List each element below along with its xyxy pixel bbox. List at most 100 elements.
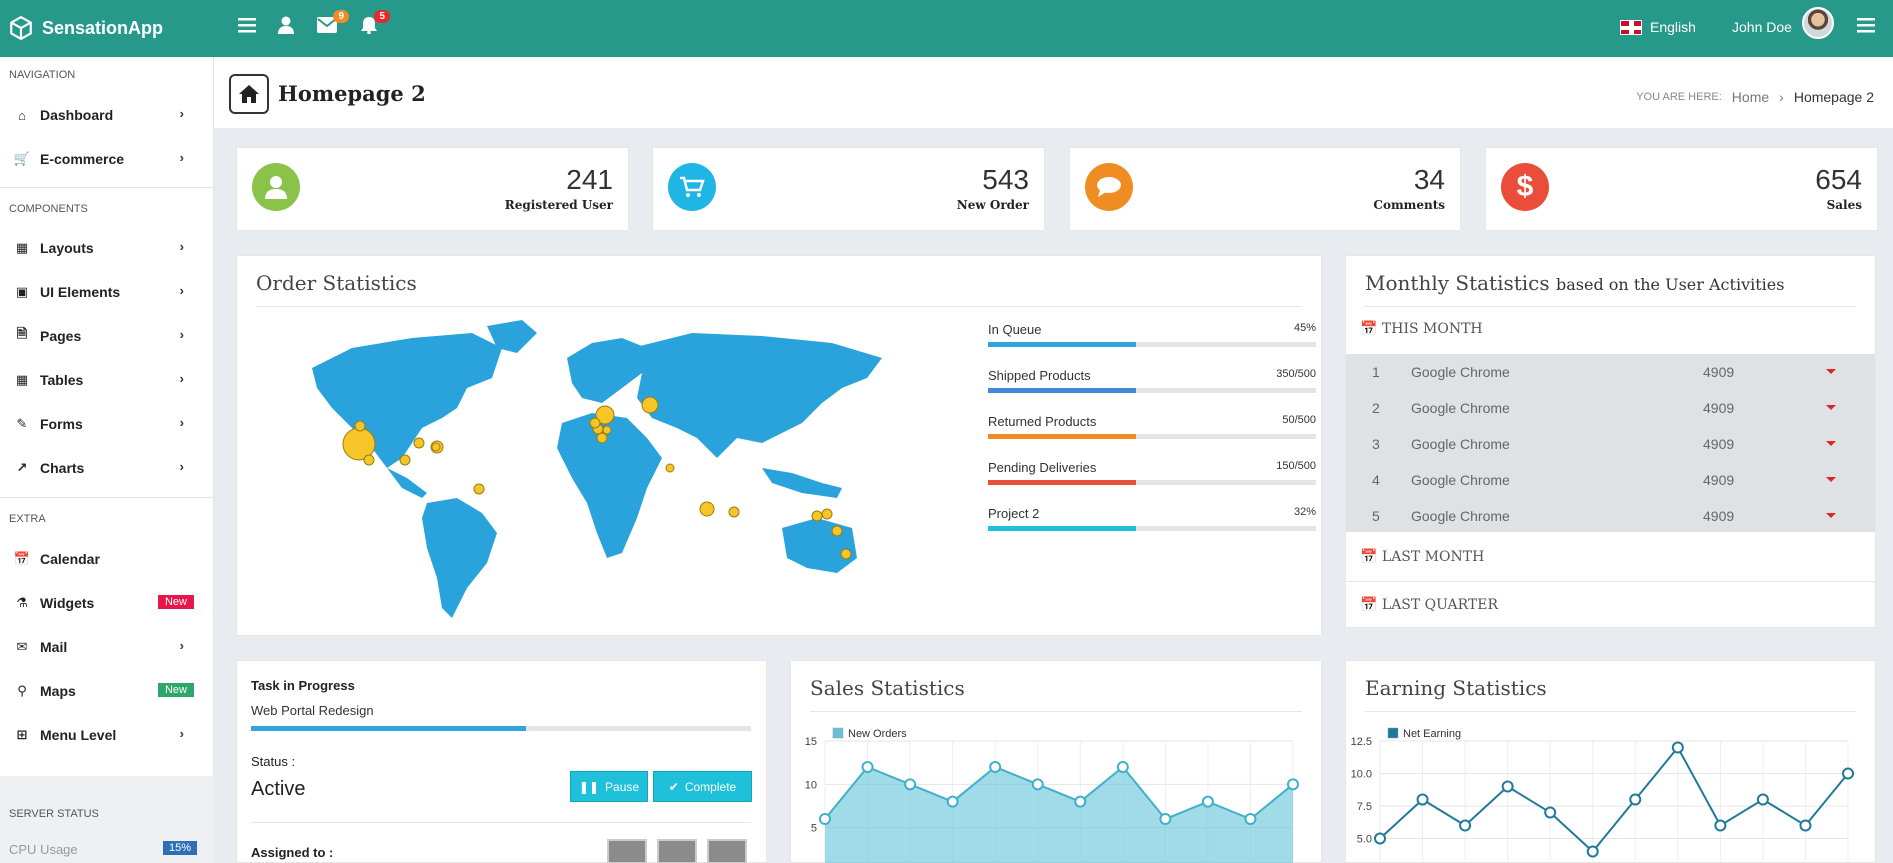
sales-chart[interactable]: 051015New Orders xyxy=(791,721,1323,863)
sidebar-item-layouts[interactable]: ▦ Layouts › xyxy=(0,228,214,268)
tab-label: THIS MONTH xyxy=(1381,321,1483,337)
y-tick-label: 10.0 xyxy=(1351,769,1372,781)
sidebar-item-menu-level[interactable]: ⊞ Menu Level › xyxy=(0,715,214,755)
progress-track xyxy=(988,526,1316,531)
pause-label: Pause xyxy=(605,779,640,794)
task-progress-fill xyxy=(251,726,526,731)
y-tick-label: 5.0 xyxy=(1357,834,1372,846)
data-point xyxy=(989,761,1002,773)
notifications-button[interactable]: 5 xyxy=(360,10,390,40)
row-browser: Google Chrome xyxy=(1411,436,1510,452)
row-browser: Google Chrome xyxy=(1411,400,1510,416)
sidebar-item-label: Widgets xyxy=(40,595,95,611)
briefcase-icon: ▣ xyxy=(15,284,29,299)
user-avatar[interactable] xyxy=(1802,7,1834,39)
progress-fill xyxy=(988,342,1136,347)
sidebar-item-maps[interactable]: ⚲ Maps New xyxy=(0,671,214,711)
breadcrumb-current: Homepage 2 xyxy=(1793,89,1874,105)
language-selector[interactable]: English xyxy=(1620,19,1696,35)
complete-button[interactable]: ✔ Complete xyxy=(653,771,752,802)
sidebar-item-widgets[interactable]: ⚗ Widgets New xyxy=(0,583,214,623)
profile-button[interactable] xyxy=(278,16,294,40)
sidebar-item-tables[interactable]: ▦ Tables › xyxy=(0,360,214,400)
area-fill xyxy=(825,767,1293,863)
table-row[interactable]: 4 Google Chrome 4909 xyxy=(1346,462,1875,498)
data-point xyxy=(819,813,831,825)
data-point xyxy=(1544,806,1557,819)
earning-chart[interactable]: 2.55.07.510.012.5Net Earning xyxy=(1346,721,1877,863)
progress-label: Shipped Products xyxy=(988,368,1091,383)
table-row[interactable]: 2 Google Chrome 4909 xyxy=(1346,390,1875,426)
chevron-right-icon: › xyxy=(179,150,184,165)
y-tick-label: 15 xyxy=(805,736,817,748)
tab-last-month[interactable]: 📅 LAST MONTH xyxy=(1346,549,1857,565)
sidebar-item-pages[interactable]: 🗎 Pages › xyxy=(0,316,214,356)
user-icon xyxy=(278,16,294,34)
row-number: 4 xyxy=(1372,472,1380,488)
monthly-table: 1 Google Chrome 4909 2 Google Chrome 490… xyxy=(1346,354,1875,532)
breadcrumb-home[interactable]: Home xyxy=(1732,89,1769,105)
africa-shape xyxy=(557,413,662,558)
tab-this-month[interactable]: 📅 THIS MONTH xyxy=(1346,321,1857,337)
page-title: Homepage 2 xyxy=(278,81,426,106)
user-icon xyxy=(252,163,300,211)
progress-pending-deliveries: Pending Deliveries 150/500 xyxy=(988,460,1316,485)
table-row[interactable]: 3 Google Chrome 4909 xyxy=(1346,426,1875,462)
new-badge: New xyxy=(157,595,194,609)
sidebar-item-charts[interactable]: ↗ Charts › xyxy=(0,448,214,488)
stat-label: New Order xyxy=(956,198,1029,212)
australia-shape xyxy=(782,518,857,573)
brand[interactable]: SensationApp xyxy=(8,15,163,41)
assignee-avatar[interactable] xyxy=(607,839,647,863)
data-point xyxy=(1244,813,1257,825)
sidebar-item-calendar[interactable]: 📅 Calendar xyxy=(0,539,214,579)
data-point xyxy=(1374,832,1386,845)
legend-swatch xyxy=(1387,727,1399,739)
menu-toggle-button[interactable] xyxy=(238,16,256,39)
stat-card-orders: 543 New Order xyxy=(652,147,1045,231)
task-panel: Task in Progress Web Portal Redesign Sta… xyxy=(236,660,767,863)
world-map[interactable] xyxy=(292,318,912,628)
section-extra: EXTRA xyxy=(9,513,46,525)
tab-last-quarter[interactable]: 📅 LAST QUARTER xyxy=(1346,597,1857,613)
stat-value: 34 xyxy=(1413,164,1445,195)
earning-statistics-panel: Earning Statistics 2.55.07.510.012.5Net … xyxy=(1345,660,1876,863)
stat-value: 543 xyxy=(982,164,1029,195)
progress-fill xyxy=(988,434,1136,439)
row-browser: Google Chrome xyxy=(1411,364,1510,380)
data-point xyxy=(1586,845,1599,858)
table-row[interactable]: 5 Google Chrome 4909 xyxy=(1346,498,1875,534)
data-point xyxy=(1074,795,1087,808)
cpu-usage-label: CPU Usage xyxy=(9,842,78,857)
right-menu-toggle-button[interactable] xyxy=(1857,17,1875,38)
assignee-avatar[interactable] xyxy=(657,839,697,863)
server-status-panel: SERVER STATUS CPU Usage 15% xyxy=(0,776,214,863)
sidebar-item-dashboard[interactable]: ⌂ Dashboard › xyxy=(0,95,214,135)
sidebar-item-mail[interactable]: ✉ Mail › xyxy=(0,627,214,667)
calendar-icon: 📅 xyxy=(13,551,31,566)
calendar-icon: 📅 xyxy=(1360,321,1378,337)
sidebar-item-ecommerce[interactable]: 🛒 E-commerce › xyxy=(0,139,214,179)
progress-value: 50/500 xyxy=(1282,414,1316,426)
progress-track xyxy=(988,480,1316,485)
divider xyxy=(0,497,214,498)
stat-label: Comments xyxy=(1373,198,1445,212)
table-row[interactable]: 1 Google Chrome 4909 xyxy=(1346,354,1875,390)
stat-value: 654 xyxy=(1815,164,1862,195)
order-statistics-panel: Order Statistics In Queue 45% Shipped Pr… xyxy=(236,255,1322,636)
data-point xyxy=(1842,767,1854,780)
sidebar-item-forms[interactable]: ✎ Forms › xyxy=(0,404,214,444)
assignee-avatar[interactable] xyxy=(707,839,747,863)
new-badge: New xyxy=(157,683,194,697)
notifications-count-badge: 5 xyxy=(374,10,390,23)
stat-label: Registered User xyxy=(504,198,613,212)
user-name[interactable]: John Doe xyxy=(1732,19,1792,35)
messages-button[interactable]: 9 xyxy=(317,10,349,39)
sidebar-item-label: Charts xyxy=(40,460,85,476)
progress-value: 45% xyxy=(1293,322,1316,334)
sidebar-item-ui-elements[interactable]: ▣ UI Elements › xyxy=(0,272,214,312)
pause-button[interactable]: ❚❚ Pause xyxy=(570,771,648,802)
asia-shape xyxy=(632,333,882,458)
section-components: COMPONENTS xyxy=(9,203,88,215)
data-point xyxy=(946,795,959,808)
